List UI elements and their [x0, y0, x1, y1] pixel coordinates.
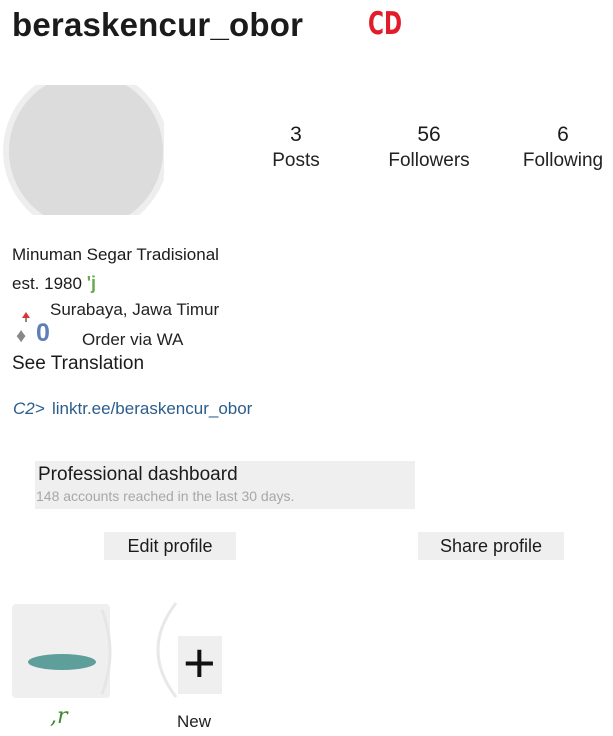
highlight-label: ,r	[50, 704, 68, 729]
dashboard-title: Professional dashboard	[38, 464, 238, 485]
bio-est-line: est. 1980 'j	[12, 273, 96, 294]
bio-name: Minuman Segar Tradisional	[12, 245, 219, 264]
highlight-ellipse-icon	[28, 654, 96, 670]
share-profile-button[interactable]: Share profile	[418, 532, 564, 560]
see-translation-link[interactable]: See Translation	[12, 353, 144, 375]
bio-est-emoji: 'j	[86, 273, 96, 293]
stat-followers-label: Followers	[388, 150, 470, 171]
stat-followers-count: 56	[417, 123, 441, 146]
profile-avatar[interactable]	[2, 85, 164, 215]
plus-icon: +	[183, 631, 216, 694]
dashboard-subtitle: 148 accounts reached in the last 30 days…	[36, 488, 295, 504]
location-pin-icon	[22, 312, 30, 322]
bio-location: Surabaya, Jawa Timur	[50, 300, 220, 319]
stat-following-count: 6	[557, 123, 569, 146]
highlight-cover[interactable]	[12, 604, 110, 698]
diamond-icon: ♦	[16, 325, 27, 347]
bio-order: Order via WA	[82, 330, 184, 349]
highlight-ring	[100, 609, 112, 695]
stat-following-label: Following	[522, 150, 604, 171]
stat-posts[interactable]: 3 Posts	[241, 122, 351, 174]
stat-posts-count: 3	[290, 123, 302, 146]
edit-profile-button[interactable]: Edit profile	[104, 532, 236, 560]
stat-following[interactable]: 6 Following	[508, 122, 613, 174]
new-highlight-label: New	[177, 712, 212, 731]
bio-zero-icon: 0	[36, 319, 50, 347]
profile-username: beraskencur_obor	[12, 6, 304, 43]
stat-followers[interactable]: 56 Followers	[374, 122, 484, 174]
new-highlight-ring	[156, 602, 178, 698]
username-badge: CD	[368, 6, 403, 42]
bio-link[interactable]: linktr.ee/beraskencur_obor	[52, 399, 252, 419]
professional-dashboard[interactable]: Professional dashboard 148 accounts reac…	[35, 461, 415, 509]
stat-posts-label: Posts	[272, 150, 320, 171]
bio-est: est. 1980	[12, 274, 82, 293]
link-icon: C2>	[13, 399, 45, 418]
